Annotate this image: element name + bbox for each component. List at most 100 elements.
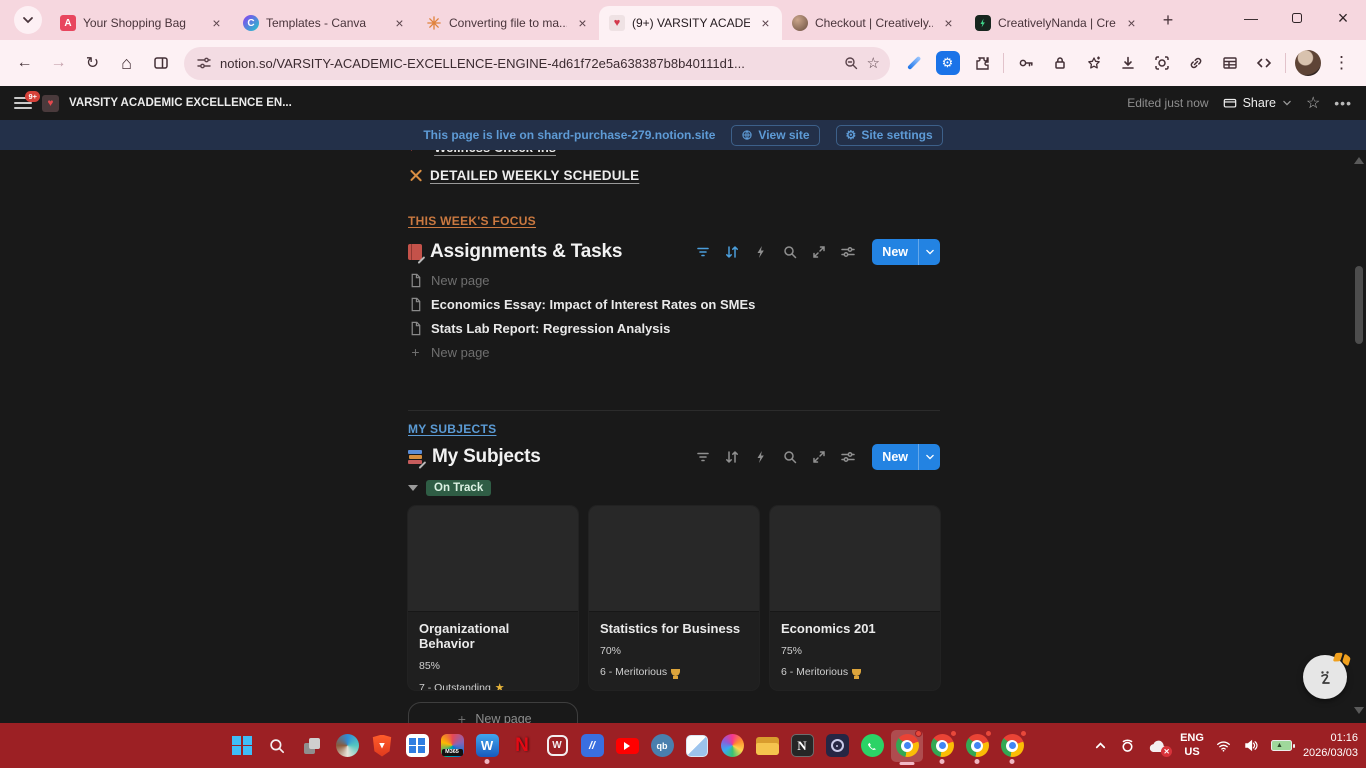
speaker-icon[interactable] bbox=[1243, 738, 1260, 753]
tab-close-icon[interactable]: × bbox=[1123, 15, 1140, 32]
lock-extension-icon[interactable] bbox=[1043, 47, 1076, 80]
photos-button[interactable] bbox=[681, 730, 713, 762]
sort-icon[interactable] bbox=[724, 449, 740, 465]
tab-canva[interactable]: C Templates - Canva × bbox=[233, 6, 416, 40]
back-button[interactable]: ← bbox=[8, 47, 41, 80]
color-wheel-button[interactable] bbox=[716, 730, 748, 762]
language-indicator[interactable]: ENG US bbox=[1180, 732, 1204, 758]
wellness-check-ins-link[interactable]: ♥ + Wellness Check-Ins bbox=[408, 150, 940, 158]
view-site-button[interactable]: View site bbox=[731, 125, 819, 146]
chrome-active-button[interactable] bbox=[891, 730, 923, 762]
sidebar-menu-icon[interactable]: 9+ bbox=[14, 97, 32, 109]
onedrive-error-icon[interactable]: ✕ bbox=[1147, 738, 1169, 754]
clock[interactable]: 01:16 2026/03/03 bbox=[1303, 731, 1358, 761]
bolt-icon[interactable] bbox=[753, 244, 769, 260]
theme-extension-icon[interactable]: ⚙ bbox=[931, 47, 964, 80]
link-icon[interactable] bbox=[1179, 47, 1212, 80]
windows-start-button[interactable] bbox=[226, 730, 258, 762]
settings-sliders-icon[interactable] bbox=[840, 244, 856, 260]
new-tab-button[interactable]: + bbox=[1154, 6, 1182, 34]
search-icon[interactable] bbox=[782, 244, 798, 260]
wattpad-button[interactable]: W bbox=[541, 730, 573, 762]
notion-ai-face-button[interactable] bbox=[1303, 655, 1347, 699]
tab-close-icon[interactable]: × bbox=[940, 15, 957, 32]
battery-icon[interactable]: ▲ bbox=[1271, 740, 1292, 751]
close-button[interactable]: × bbox=[1320, 0, 1366, 36]
file-explorer-button[interactable] bbox=[751, 730, 783, 762]
my-subjects-link[interactable]: MY SUBJECTS bbox=[408, 422, 940, 436]
bookmark-star-icon[interactable]: ☆ bbox=[867, 54, 880, 72]
database-title[interactable]: Assignments & Tasks bbox=[430, 241, 622, 263]
slashes-app-button[interactable]: // bbox=[576, 730, 608, 762]
tray-chevron-up-icon[interactable] bbox=[1093, 738, 1108, 753]
tab-converting-file[interactable]: Converting file to ma... × bbox=[416, 6, 599, 40]
settings-sliders-icon[interactable] bbox=[840, 449, 856, 465]
site-settings-button[interactable]: ⚙ Site settings bbox=[836, 125, 943, 146]
chrome-profile-4-button[interactable] bbox=[996, 730, 1028, 762]
address-bar[interactable]: notion.so/VARSITY-ACADEMIC-EXCELLENCE-EN… bbox=[184, 47, 890, 80]
filter-icon[interactable] bbox=[695, 449, 711, 465]
toggle-triangle-icon[interactable] bbox=[408, 485, 418, 491]
this-weeks-focus-link[interactable]: THIS WEEK'S FOCUS bbox=[408, 214, 940, 228]
table-extension-icon[interactable] bbox=[1213, 47, 1246, 80]
tab-close-icon[interactable]: × bbox=[391, 15, 408, 32]
favorite-star-icon[interactable]: ☆ bbox=[1306, 93, 1320, 113]
more-options-icon[interactable]: ••• bbox=[1334, 95, 1352, 111]
new-dropdown-chevron[interactable] bbox=[918, 444, 940, 470]
code-icon[interactable] bbox=[1247, 47, 1280, 80]
star-sparkle-icon[interactable] bbox=[1077, 47, 1110, 80]
tab-close-icon[interactable]: × bbox=[757, 15, 774, 32]
page-title-breadcrumb[interactable]: VARSITY ACADEMIC EXCELLENCE EN... bbox=[69, 97, 292, 109]
add-card-button[interactable]: + New page bbox=[408, 702, 578, 723]
home-button[interactable]: ⌂ bbox=[110, 47, 143, 80]
extensions-puzzle-icon[interactable] bbox=[965, 47, 998, 80]
zoom-icon[interactable] bbox=[843, 55, 859, 71]
card-statistics-for-business[interactable]: Statistics for Business 70% 6 - Meritori… bbox=[589, 506, 759, 690]
maximize-button[interactable] bbox=[1274, 0, 1320, 36]
tab-search-button[interactable] bbox=[14, 6, 42, 34]
new-dropdown-chevron[interactable] bbox=[918, 239, 940, 265]
whatsapp-button[interactable] bbox=[856, 730, 888, 762]
card-economics-201[interactable]: Economics 201 75% 6 - Meritorious bbox=[770, 506, 940, 690]
tab-checkout[interactable]: Checkout | Creatively... × bbox=[782, 6, 965, 40]
tab-creativelynanda[interactable]: CreativelyNanda | Cre... × bbox=[965, 6, 1148, 40]
new-button[interactable]: New bbox=[872, 239, 940, 265]
m365-button[interactable]: M365 bbox=[436, 730, 468, 762]
lens-icon[interactable] bbox=[1145, 47, 1178, 80]
page-scrollbar[interactable] bbox=[1352, 150, 1366, 723]
status-badge[interactable]: On Track bbox=[426, 480, 491, 496]
microsoft-store-button[interactable] bbox=[401, 730, 433, 762]
bolt-icon[interactable] bbox=[753, 449, 769, 465]
task-view-button[interactable] bbox=[296, 730, 328, 762]
brush-icon[interactable] bbox=[897, 47, 930, 80]
sort-icon[interactable] bbox=[724, 244, 740, 260]
add-new-page-row[interactable]: + New page bbox=[408, 340, 940, 364]
list-item-new-page[interactable]: New page bbox=[408, 268, 940, 292]
url-text[interactable]: notion.so/VARSITY-ACADEMIC-EXCELLENCE-EN… bbox=[220, 56, 835, 71]
share-button[interactable]: Share bbox=[1223, 96, 1292, 110]
forward-button[interactable]: → bbox=[42, 47, 75, 80]
tab-close-icon[interactable]: × bbox=[574, 15, 591, 32]
database-title[interactable]: My Subjects bbox=[432, 446, 541, 468]
minimize-button[interactable]: — bbox=[1228, 0, 1274, 36]
movies-app-button[interactable] bbox=[821, 730, 853, 762]
reload-button[interactable]: ↻ bbox=[76, 47, 109, 80]
card-organizational-behavior[interactable]: Organizational Behavior 85% 7 - Outstand… bbox=[408, 506, 578, 690]
profile-avatar[interactable] bbox=[1291, 47, 1324, 80]
search-icon[interactable] bbox=[782, 449, 798, 465]
expand-icon[interactable] bbox=[811, 244, 827, 260]
new-button[interactable]: New bbox=[872, 444, 940, 470]
chrome-profile-3-button[interactable] bbox=[961, 730, 993, 762]
quickbooks-button[interactable]: qb bbox=[646, 730, 678, 762]
scroll-down-arrow[interactable] bbox=[1354, 707, 1364, 714]
scroll-up-arrow[interactable] bbox=[1354, 157, 1364, 164]
expand-icon[interactable] bbox=[811, 449, 827, 465]
list-item-stats-lab-report[interactable]: Stats Lab Report: Regression Analysis bbox=[408, 316, 940, 340]
menu-kebab-icon[interactable]: ⋮ bbox=[1325, 47, 1358, 80]
ring-app-icon[interactable] bbox=[1119, 737, 1136, 754]
list-item-economics-essay[interactable]: Economics Essay: Impact of Interest Rate… bbox=[408, 292, 940, 316]
tab-varsity-active[interactable]: ♥ (9+) VARSITY ACADE... × bbox=[599, 6, 782, 40]
netflix-button[interactable]: N bbox=[506, 730, 538, 762]
brave-button[interactable] bbox=[366, 730, 398, 762]
download-icon[interactable] bbox=[1111, 47, 1144, 80]
